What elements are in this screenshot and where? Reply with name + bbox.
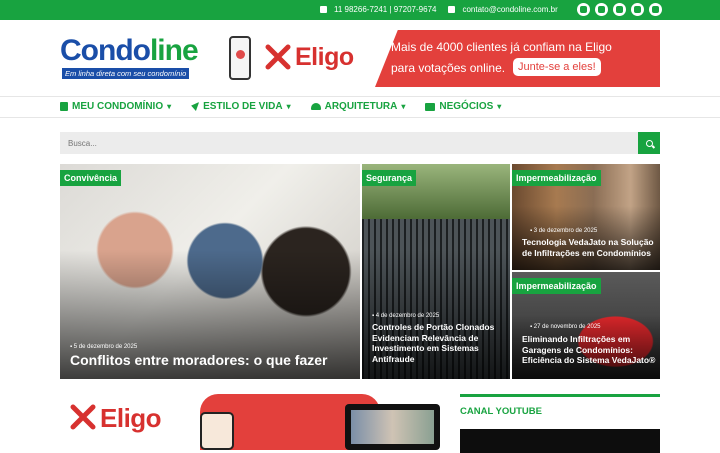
eligo-promo-banner[interactable]: Eligo: [60, 394, 450, 450]
post-date: ▪ 3 de dezembro de 2025: [530, 228, 598, 234]
widget-heading: CANAL YOUTUBE: [460, 406, 542, 417]
search-bar: [60, 132, 660, 154]
category-badge[interactable]: Impermeabilização: [512, 170, 601, 186]
social-links: [577, 3, 662, 16]
top-bar: 11 98266-7241 | 97207-9674 contato@condo…: [0, 0, 720, 20]
nav-label: MEU CONDOMÍNIO: [72, 101, 164, 112]
envelope-icon: [448, 6, 456, 13]
nav-label: ESTILO DE VIDA: [203, 101, 283, 112]
article-title[interactable]: Conflitos entre moradores: o que fazer: [70, 352, 327, 370]
instagram-icon[interactable]: [649, 3, 662, 16]
logo-wordmark: Condoline: [60, 34, 199, 67]
post-date: ▪ 5 de dezembro de 2025: [70, 344, 138, 350]
search-input[interactable]: [60, 132, 638, 154]
nav-item-arquitetura[interactable]: ARQUITETURA ▾: [310, 101, 406, 112]
banner-cta-button[interactable]: Junte-se a eles!: [513, 58, 601, 76]
eligo-x-icon: [265, 44, 291, 70]
linkedin-icon[interactable]: [613, 3, 626, 16]
eligo-x-icon: [70, 404, 96, 430]
hard-hat-icon: [310, 103, 321, 110]
nav-label: ARQUITETURA: [324, 101, 398, 112]
phone-number[interactable]: 11 98266-7241 | 97207-9674: [334, 5, 436, 14]
post-date: ▪ 4 de dezembro de 2025: [372, 313, 440, 319]
email-link[interactable]: contato@condoline.com.br: [462, 5, 557, 14]
category-badge[interactable]: Convivência: [60, 170, 122, 186]
laptop-illustration: [345, 404, 440, 450]
promo-brand: Eligo: [100, 403, 162, 433]
logo-tagline: Em linha direta com seu condomínio: [62, 68, 190, 79]
paper-plane-icon: [191, 102, 200, 111]
featured-card-2[interactable]: Segurança ▪ 4 de dezembro de 2025 Contro…: [362, 164, 510, 379]
eligo-banner-ad[interactable]: Eligo Mais de 4000 clientes já confiam n…: [215, 30, 660, 87]
banner-line-1: Mais de 4000 clientes já confiam na Elig…: [391, 40, 612, 54]
search-icon: [645, 139, 653, 147]
nav-item-negocios[interactable]: NEGÓCIOS ▾: [425, 101, 501, 112]
chevron-down-icon: ▾: [167, 102, 172, 111]
article-title[interactable]: Controles de Portão Clonados Evidenciam …: [372, 322, 504, 365]
youtube-icon[interactable]: [595, 3, 608, 16]
building-icon: [60, 102, 68, 111]
article-title[interactable]: Tecnologia VedaJato na Solução de Infilt…: [522, 237, 654, 258]
chevron-down-icon: ▾: [497, 102, 502, 111]
phone-icon: [320, 6, 327, 13]
briefcase-icon: [425, 102, 436, 111]
site-logo[interactable]: Condoline Em linha direta com seu condom…: [60, 36, 200, 80]
featured-card-4[interactable]: Impermeabilização ▪ 27 de novembro de 20…: [512, 272, 660, 379]
whatsapp-icon[interactable]: [631, 3, 644, 16]
nav-label: NEGÓCIOS: [439, 101, 494, 112]
chevron-down-icon: ▾: [286, 102, 291, 111]
contact-info: 11 98266-7241 | 97207-9674 contato@condo…: [320, 5, 558, 14]
featured-card-1[interactable]: Convivência ▪ 5 de dezembro de 2025 Conf…: [60, 164, 360, 379]
post-date: ▪ 27 de novembro de 2025: [530, 324, 601, 330]
search-button[interactable]: [638, 132, 660, 154]
facebook-icon[interactable]: [577, 3, 590, 16]
article-title[interactable]: Eliminando Infiltrações em Garagens de C…: [522, 334, 658, 366]
category-badge[interactable]: Impermeabilização: [512, 278, 601, 294]
youtube-widget: CANAL YOUTUBE: [460, 394, 660, 453]
chevron-down-icon: ▾: [401, 102, 406, 111]
nav-item-estilo-de-vida[interactable]: ESTILO DE VIDA ▾: [191, 101, 291, 112]
phone-illustration: [200, 412, 234, 450]
youtube-embed[interactable]: [460, 429, 660, 453]
featured-card-3[interactable]: Impermeabilização ▪ 3 de dezembro de 202…: [512, 164, 660, 270]
main-nav: MEU CONDOMÍNIO ▾ ESTILO DE VIDA ▾ ARQUITET…: [0, 96, 720, 118]
phone-illustration: [229, 36, 251, 80]
banner-line-2: para votações online.: [391, 61, 506, 75]
category-badge[interactable]: Segurança: [362, 170, 417, 186]
nav-item-meu-condominio[interactable]: MEU CONDOMÍNIO ▾: [60, 101, 171, 112]
banner-brand: Eligo: [295, 43, 354, 71]
